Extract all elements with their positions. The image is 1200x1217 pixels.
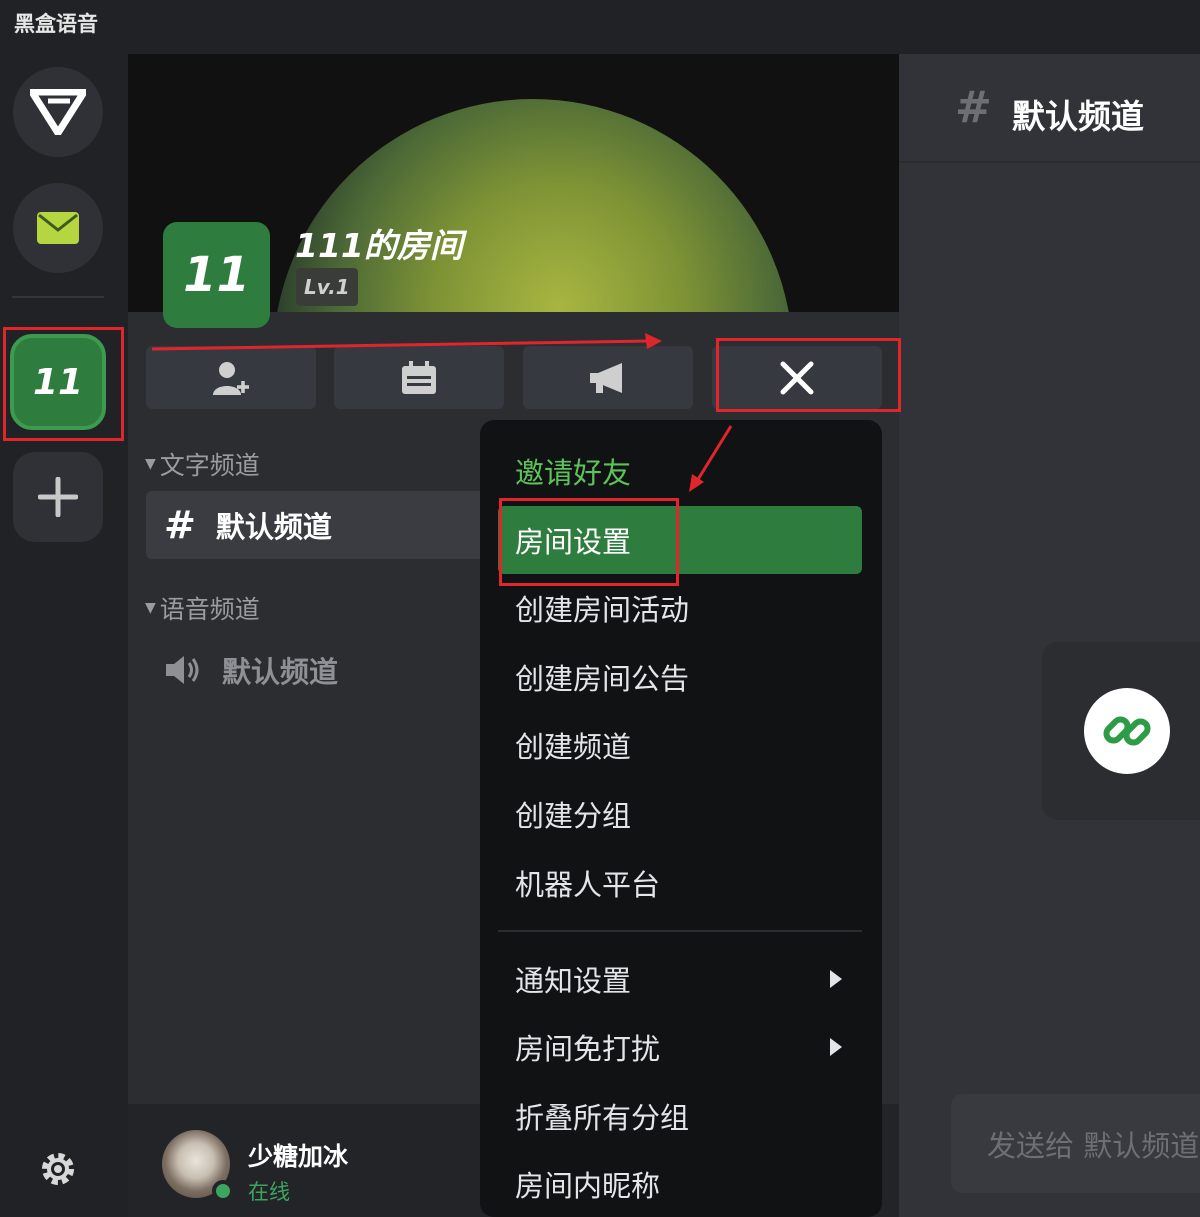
hash-icon: # [164, 503, 196, 547]
home-logo-button[interactable] [13, 67, 103, 157]
menu-item-label: 通知设置 [515, 964, 632, 998]
menu-item-notification-settings[interactable]: 通知设置 [498, 945, 862, 1013]
event-button[interactable] [334, 346, 504, 409]
plus-icon [38, 477, 78, 517]
add-server-button[interactable] [13, 452, 103, 542]
menu-item-label: 创建房间公告 [515, 662, 690, 696]
menu-item-collapse-groups[interactable]: 折叠所有分组 [498, 1082, 862, 1150]
announcement-button[interactable] [523, 346, 693, 409]
room-icon-label: 11 [183, 247, 250, 303]
megaphone-icon [590, 362, 622, 393]
voice-channels-label: 语音频道 [159, 595, 260, 624]
invite-user-button[interactable] [146, 346, 316, 409]
text-channel-default[interactable]: # 默认频道 [146, 491, 486, 559]
close-menu-button[interactable] [712, 346, 882, 409]
gear-icon [42, 1153, 74, 1185]
online-status-dot [212, 1180, 234, 1202]
room-context-menu: 邀请好友 房间设置 创建房间活动 创建房间公告 创建频道 创建分组 机器人平台 … [480, 420, 882, 1217]
message-input[interactable]: 发送给 默认频道 [951, 1094, 1200, 1193]
settings-button[interactable] [36, 1147, 80, 1191]
channel-header: # 默认频道 [899, 54, 1200, 163]
hash-icon: # [955, 82, 992, 133]
message-input-placeholder: 发送给 默认频道 [987, 1128, 1200, 1163]
calendar-icon [402, 360, 436, 394]
menu-item-label: 折叠所有分组 [515, 1101, 690, 1135]
menu-item-label: 房间免打扰 [515, 1032, 661, 1066]
menu-item-do-not-disturb[interactable]: 房间免打扰 [498, 1013, 862, 1081]
voice-channel-default[interactable]: 默认频道 [146, 636, 486, 704]
menu-item-room-settings[interactable]: 房间设置 [498, 506, 862, 574]
menu-divider [498, 930, 862, 932]
menu-item-label: 房间设置 [515, 525, 632, 559]
copy-link-button[interactable] [1084, 688, 1170, 774]
chevron-right-icon [830, 970, 842, 988]
room-icon: 11 [163, 222, 270, 328]
mail-icon [37, 212, 79, 244]
menu-item-create-event[interactable]: 创建房间活动 [498, 574, 862, 642]
rail-divider [12, 296, 104, 298]
voice-channels-header[interactable]: ▼ 语音频道 [145, 590, 260, 626]
server-icon-label: 11 [32, 361, 84, 403]
link-icon [1103, 716, 1151, 746]
menu-item-invite-friends[interactable]: 邀请好友 [498, 437, 862, 505]
menu-item-create-channel[interactable]: 创建频道 [498, 711, 862, 779]
server-rail: 11 [0, 54, 128, 1217]
server-icon-active[interactable]: 11 [10, 334, 106, 430]
chat-main-panel: # 默认频道 发送给 默认频道 [899, 54, 1200, 1217]
messages-button[interactable] [13, 183, 103, 273]
menu-item-label: 邀请好友 [515, 456, 632, 490]
speaker-icon [166, 656, 199, 684]
caret-down-icon: ▼ [145, 456, 156, 472]
menu-item-label: 机器人平台 [515, 868, 661, 902]
text-channels-label: 文字频道 [159, 451, 260, 480]
text-channel-label: 默认频道 [215, 510, 332, 544]
menu-item-create-announcement[interactable]: 创建房间公告 [498, 643, 862, 711]
app-title: 黑盒语音 [14, 12, 98, 36]
menu-item-create-group[interactable]: 创建分组 [498, 780, 862, 848]
menu-item-room-nickname[interactable]: 房间内昵称 [498, 1150, 862, 1217]
room-name[interactable]: 111的房间 [295, 219, 463, 267]
room-level-badge: Lv.1 [296, 268, 358, 306]
username: 少糖加冰 [248, 1142, 349, 1171]
close-icon [780, 361, 814, 394]
text-channels-header[interactable]: ▼ 文字频道 [145, 446, 260, 482]
channel-title: 默认频道 [1012, 97, 1144, 136]
heybox-logo-icon [30, 89, 86, 135]
user-status: 在线 [248, 1180, 290, 1204]
voice-channel-label: 默认频道 [222, 655, 339, 689]
menu-item-label: 房间内昵称 [515, 1169, 661, 1203]
menu-item-label: 创建房间活动 [515, 593, 690, 627]
caret-down-icon: ▼ [145, 600, 156, 616]
chevron-right-icon [830, 1038, 842, 1056]
menu-item-label: 创建分组 [515, 799, 632, 833]
title-bar: 黑盒语音 [0, 0, 1200, 54]
menu-item-bot-platform[interactable]: 机器人平台 [498, 849, 862, 917]
menu-item-label: 创建频道 [515, 730, 632, 764]
add-user-icon [213, 361, 249, 395]
